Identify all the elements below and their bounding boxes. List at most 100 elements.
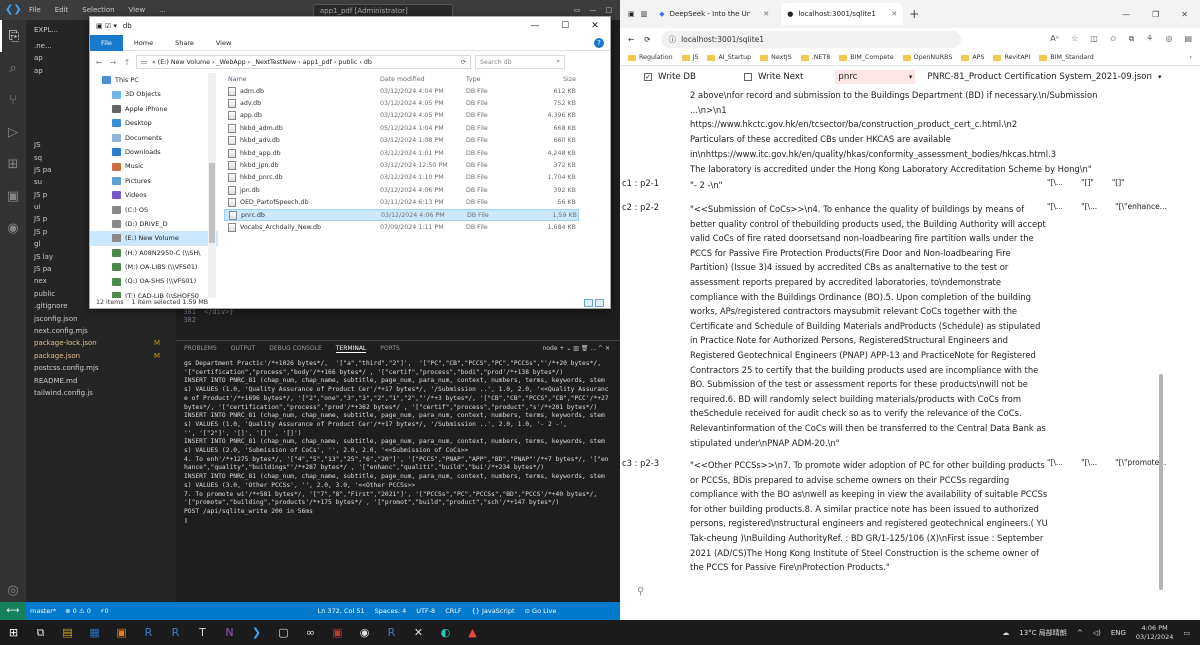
close-icon[interactable]: ✕ bbox=[1181, 10, 1188, 19]
app-icon[interactable]: ▣ bbox=[108, 620, 135, 645]
column-name[interactable]: Name bbox=[224, 76, 380, 83]
ribbon-tab-home[interactable]: Home bbox=[123, 35, 164, 51]
volume-icon[interactable]: ◁) bbox=[1093, 629, 1101, 637]
weather-text[interactable]: 13°C 局部晴朗 bbox=[1019, 628, 1067, 638]
nav-item[interactable]: (Q:) OA-SHS (\\VFS01) bbox=[90, 274, 218, 288]
page-scrollbar[interactable] bbox=[1156, 86, 1166, 616]
sidebar-icon[interactable]: ▤ bbox=[1184, 34, 1192, 44]
file-row[interactable]: OED_PartofSpeech.db 03/11/2024 6:13 PM DB … bbox=[224, 197, 579, 209]
up-icon[interactable]: ↑ bbox=[122, 58, 132, 67]
db-select[interactable]: pnrc ▾ bbox=[835, 70, 916, 84]
tree-item[interactable]: tailwind.config.js bbox=[26, 387, 176, 399]
problems-status[interactable]: ⊗ 0 ⚠ 0 bbox=[65, 607, 91, 615]
close-icon[interactable]: ✕ bbox=[580, 21, 610, 31]
menu-file[interactable]: File bbox=[22, 6, 48, 14]
cursor-position[interactable]: Ln 372, Col 51 bbox=[318, 607, 365, 615]
nav-item[interactable]: 3D Objects bbox=[90, 87, 218, 101]
close-tab-icon[interactable]: ✕ bbox=[763, 10, 769, 18]
nav-item[interactable]: Documents bbox=[90, 131, 218, 145]
nav-item[interactable]: Downloads bbox=[90, 145, 218, 159]
copilot-icon[interactable]: ◎ bbox=[1165, 34, 1172, 44]
details-view-icon[interactable] bbox=[584, 298, 593, 307]
close-tab-icon[interactable]: ✕ bbox=[891, 10, 897, 18]
nav-item[interactable]: Pictures bbox=[90, 174, 218, 188]
ribbon-tab-file[interactable]: File bbox=[90, 34, 123, 51]
app-icon[interactable]: ∞ bbox=[297, 620, 324, 645]
app-icon[interactable]: ▢ bbox=[270, 620, 297, 645]
search-icon[interactable]: ⌕ bbox=[0, 52, 26, 84]
file-row[interactable]: jpn.db 03/12/2024 4:06 PM DB File 392 KB bbox=[224, 184, 579, 196]
extensions-icon[interactable]: ⊞ bbox=[0, 148, 26, 180]
menu-selection[interactable]: Selection bbox=[75, 6, 121, 14]
tab-output[interactable]: OUTPUT bbox=[231, 345, 255, 352]
tab-actions-icon[interactable]: ▣ bbox=[628, 10, 635, 18]
terminal-output[interactable]: gs Department Practic'/*+1026 bytes*/, '… bbox=[176, 356, 620, 601]
write-db-checkbox[interactable]: ✓ bbox=[644, 73, 652, 81]
terminal-actions[interactable]: node + ⌄ ▥ 🗑 ... ^ ✕ bbox=[543, 345, 610, 352]
favorite-folder[interactable]: .NET8 bbox=[800, 54, 830, 61]
favorite-star-icon[interactable]: ☆ bbox=[1071, 34, 1078, 44]
vscode-icon[interactable]: ❯ bbox=[243, 620, 270, 645]
clock[interactable]: 4:06 PM 03/12/2024 bbox=[1136, 624, 1173, 642]
file-row[interactable]: hkbd_jpn.db 03/12/2024 12:50 PM DB File 372… bbox=[224, 159, 579, 171]
remote-indicator-icon[interactable]: ⟷ bbox=[0, 602, 26, 620]
run-debug-icon[interactable]: ▷ bbox=[0, 116, 26, 148]
file-select[interactable]: PNRC-81_Product Certification System_202… bbox=[927, 72, 1161, 82]
nav-item[interactable]: This PC bbox=[90, 73, 218, 87]
split-screen-icon[interactable]: ◫ bbox=[1090, 34, 1098, 44]
file-row[interactable]: hkbd_pnrc.db 03/12/2024 1:10 PM DB File 1,7… bbox=[224, 172, 579, 184]
extensions-icon[interactable]: ⚘ bbox=[1146, 34, 1153, 44]
go-live-button[interactable]: ⊙ Go Live bbox=[525, 607, 557, 615]
start-icon[interactable]: ⊞ bbox=[0, 620, 27, 645]
favorite-folder[interactable]: JS bbox=[681, 54, 698, 61]
tree-item[interactable]: next.config.mjs bbox=[26, 325, 176, 337]
favorites-icon[interactable]: ✩ bbox=[1110, 34, 1117, 44]
tree-item[interactable]: jsconfig.json bbox=[26, 313, 176, 325]
input-language[interactable]: ENG bbox=[1111, 629, 1126, 637]
revit-icon[interactable]: R bbox=[162, 620, 189, 645]
notification-icon[interactable]: ▭ bbox=[1183, 629, 1190, 637]
favorite-folder[interactable]: BIM_Standard bbox=[1039, 54, 1094, 61]
remote-explorer-icon[interactable]: ▣ bbox=[0, 180, 26, 212]
weather-icon[interactable]: ☁ bbox=[1002, 629, 1009, 637]
back-icon[interactable]: ← bbox=[628, 35, 634, 44]
minimize-icon[interactable]: — bbox=[589, 6, 596, 14]
favorite-folder[interactable]: NextJS bbox=[760, 54, 792, 61]
navigation-scrollbar[interactable] bbox=[208, 73, 216, 298]
explorer-icon[interactable]: ⎘ bbox=[0, 20, 26, 52]
layout-icon[interactable]: ▭ bbox=[574, 6, 581, 14]
back-icon[interactable]: ← bbox=[94, 58, 104, 67]
nav-item[interactable]: Videos bbox=[90, 188, 218, 202]
nav-item[interactable]: Apple iPhone bbox=[90, 102, 218, 116]
github-icon[interactable]: ◉ bbox=[0, 212, 26, 244]
more-favorites-icon[interactable]: › bbox=[1189, 54, 1192, 61]
file-row[interactable]: pnrc.db 03/12/2024 4:06 PM DB File 1,59 KB bbox=[224, 208, 579, 222]
restore-icon[interactable]: ❐ bbox=[1152, 10, 1159, 19]
file-row[interactable]: Vocabs_Archdaily_New.db 07/09/2024 1:11 P… bbox=[224, 221, 579, 233]
large-icons-view-icon[interactable] bbox=[595, 298, 604, 307]
ribbon-tab-share[interactable]: Share bbox=[164, 35, 205, 51]
app-icon[interactable]: ◉ bbox=[351, 620, 378, 645]
file-row[interactable]: adm.db 03/12/2024 4:04 PM DB File 612 KB bbox=[224, 85, 579, 97]
address-bar[interactable]: ▭ « (E:) New Volume › _WebApp › _NextTes… bbox=[136, 55, 471, 69]
nav-item[interactable]: (D:) DRIVE_D bbox=[90, 217, 218, 231]
indent-status[interactable]: Spaces: 4 bbox=[375, 607, 407, 615]
nav-item[interactable]: Desktop bbox=[90, 116, 218, 130]
vertical-tabs-icon[interactable]: ▥ bbox=[641, 10, 648, 18]
maximize-icon[interactable]: ☐ bbox=[550, 21, 580, 31]
collections-icon[interactable]: ⧉ bbox=[1129, 34, 1135, 44]
favorite-folder[interactable]: BIM_Compete bbox=[839, 54, 894, 61]
eol-status[interactable]: CRLF bbox=[445, 607, 461, 615]
file-row[interactable]: adv.db 03/12/2024 4:05 PM DB File 752 KB bbox=[224, 97, 579, 109]
file-row[interactable]: app.db 03/12/2024 4:05 PM DB File 4,396 KB bbox=[224, 110, 579, 122]
minimize-icon[interactable]: — bbox=[1122, 10, 1130, 19]
new-tab-icon[interactable]: + bbox=[909, 7, 919, 21]
tray-overflow-icon[interactable]: ^ bbox=[1077, 629, 1083, 637]
refresh-icon[interactable]: ⟳ bbox=[461, 59, 466, 66]
app-icon[interactable]: ▤ bbox=[54, 620, 81, 645]
command-center[interactable]: app1_pdf [Administrator] bbox=[312, 3, 453, 17]
ports-status[interactable]: ⚡0 bbox=[100, 607, 109, 615]
visual-studio-icon[interactable]: N bbox=[216, 620, 243, 645]
column-type[interactable]: Type bbox=[466, 76, 526, 83]
app-icon[interactable]: R bbox=[378, 620, 405, 645]
